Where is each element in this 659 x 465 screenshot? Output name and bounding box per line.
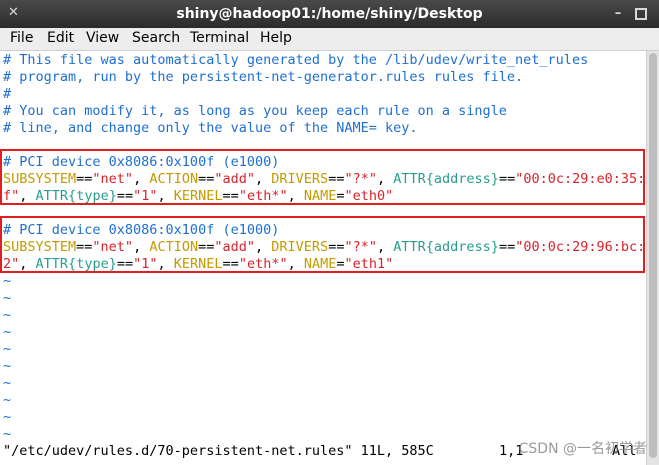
rule-1-comment: # PCI device 0x8086:0x100f (e1000) [3,154,280,170]
minimize-icon[interactable]: – [610,6,626,22]
vim-status-file: "/etc/udev/rules.d/70-persistent-net.rul… [3,443,434,459]
vertical-scrollbar[interactable] [646,51,659,465]
menu-search[interactable]: Search [132,30,180,46]
rule-2-line-b: 2", ATTR{type}=="1", KERNEL=="eth*", NAM… [3,256,394,272]
window-titlebar[interactable]: ✕ shiny@hadoop01:/home/shiny/Desktop – [0,0,659,28]
menu-help[interactable]: Help [260,30,292,46]
window-title: shiny@hadoop01:/home/shiny/Desktop [176,6,483,22]
comment-line: # This file was automatically generated … [3,52,589,68]
watermark: CSDN @一名初学者 [518,441,647,457]
empty-line-tilde: ~ [3,426,12,442]
comment-line: # You can modify it, as long as you keep… [3,103,507,119]
empty-line-tilde: ~ [3,409,12,425]
empty-line-tilde: ~ [3,324,12,340]
comment-line: # program, run by the persistent-net-gen… [3,69,524,85]
menu-bar: File Edit View Search Terminal Help [0,28,659,51]
empty-line-tilde: ~ [3,290,12,306]
rule-2-line-a: SUBSYSTEM=="net", ACTION=="add", DRIVERS… [3,239,654,255]
empty-line-tilde: ~ [3,358,12,374]
menu-terminal[interactable]: Terminal [190,30,249,46]
rule-1-line-b: f", ATTR{type}=="1", KERNEL=="eth*", NAM… [3,188,394,204]
maximize-icon[interactable] [633,6,649,22]
comment-line: # line, and change only the value of the… [3,120,418,136]
menu-view[interactable]: View [86,30,119,46]
empty-line-tilde: ~ [3,341,12,357]
close-icon[interactable]: ✕ [5,5,22,22]
empty-line-tilde: ~ [3,375,12,391]
rule-2-comment: # PCI device 0x8086:0x100f (e1000) [3,222,280,238]
comment-line: # [3,86,12,102]
rule-1-line-a: SUBSYSTEM=="net", ACTION=="add", DRIVERS… [3,171,654,187]
terminal-area[interactable]: # This file was automatically generated … [0,51,653,465]
menu-edit[interactable]: Edit [47,30,74,46]
scrollbar-thumb[interactable] [649,53,657,458]
empty-line-tilde: ~ [3,273,12,289]
menu-file[interactable]: File [10,30,33,46]
empty-line-tilde: ~ [3,392,12,408]
empty-line-tilde: ~ [3,307,12,323]
